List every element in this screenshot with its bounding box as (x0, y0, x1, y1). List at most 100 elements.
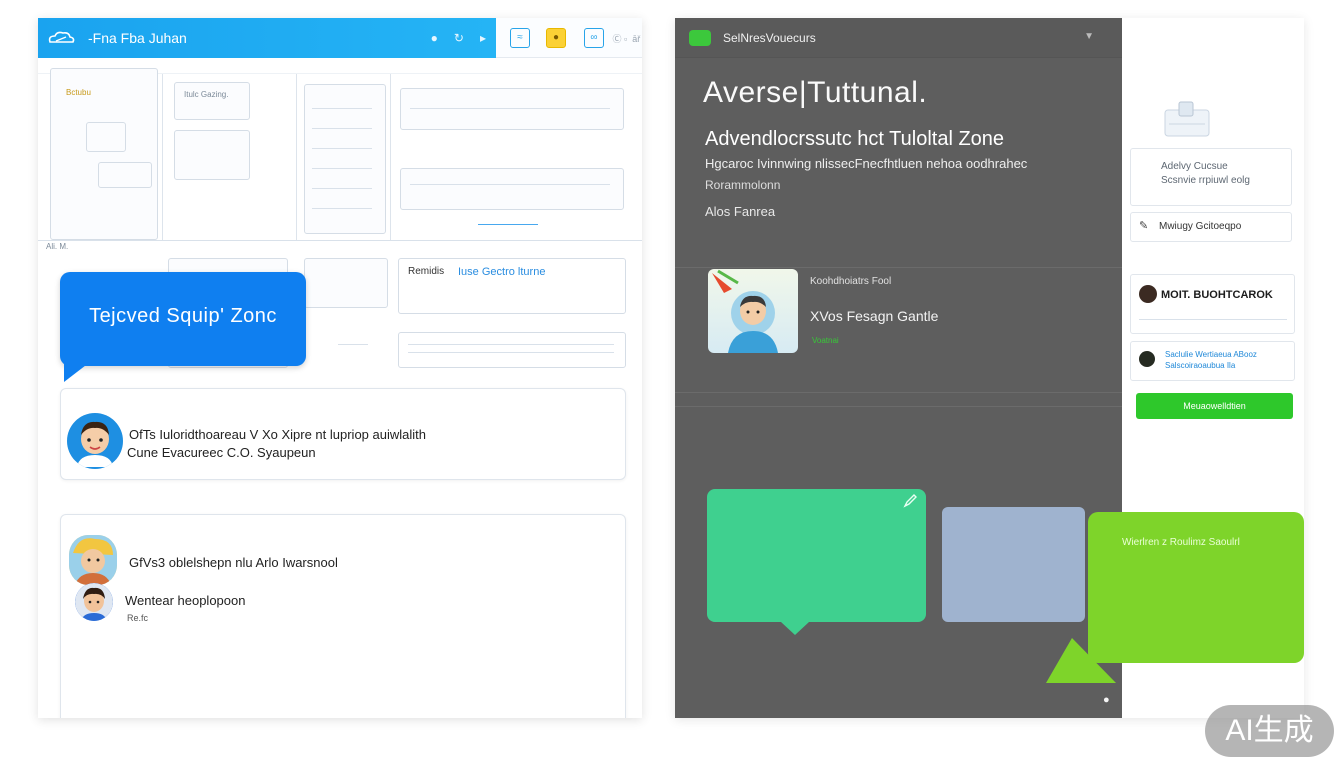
wireframe-card-label: Itulc Gazing. (184, 90, 229, 99)
avatar (1139, 285, 1157, 303)
wireframe-divider (390, 74, 391, 240)
user-avatar (69, 535, 117, 585)
character-icon (69, 535, 117, 585)
speech-bubble-text: Tejcved Squip' Zonc (89, 305, 277, 327)
wireframe-line (478, 224, 538, 225)
wireframe-input (400, 88, 624, 130)
contact-line: Salscoiraoaubua Ila (1165, 361, 1236, 370)
side-card[interactable]: Adelvy Cucsue Scsnvie rrpiuwl eolg (1130, 148, 1292, 206)
record-icon[interactable]: ● (431, 31, 438, 45)
wireframe-line (1139, 319, 1287, 320)
tutorial-logo: Averse|Tuttunal. (703, 76, 928, 109)
divider (675, 392, 1122, 393)
wireframe-block (304, 258, 388, 308)
wireframe-line (410, 184, 610, 185)
green-action-button[interactable]: Meuaowelldtien (1136, 393, 1293, 419)
lime-bubble-text: Wierlren z Roulimz Saoulrl (1122, 537, 1240, 548)
side-card-title: Adelvy Cucsue (1161, 161, 1228, 172)
message-subtext: Cune Evacureec C.O. Syaupeun (127, 445, 316, 460)
wireframe-card (174, 82, 250, 120)
message-text: OfTs Iuloridthoareau V Xo Xipre nt lupri… (129, 427, 426, 442)
edit-icon: ✎ (1139, 220, 1149, 232)
illustration-icon (1164, 101, 1210, 137)
wireframe-input (398, 332, 626, 368)
character-icon (712, 269, 778, 353)
wireframe-line (312, 148, 372, 149)
chat-icon[interactable] (689, 30, 711, 46)
pin-icon[interactable]: ▼ (1084, 31, 1094, 42)
wireframe-divider (162, 74, 163, 240)
message-meta: Re.fc (127, 613, 149, 623)
slate-chat-bubble[interactable] (942, 507, 1085, 622)
chat-icon[interactable]: ● (546, 28, 566, 48)
person-icon (68, 414, 122, 468)
remote-label: Remidis (408, 266, 445, 277)
wireframe-input (400, 168, 624, 210)
profile-name[interactable]: XVos Fesagn Gantle (810, 308, 938, 324)
wireframe-box (86, 122, 126, 152)
wireframe-line (312, 208, 372, 209)
message-card[interactable]: OfTs Iuloridthoareau V Xo Xipre nt lupri… (60, 388, 626, 480)
wireframe-box (98, 162, 152, 188)
edit-icon[interactable] (902, 493, 918, 509)
avatar (1139, 351, 1155, 367)
wireframe-line (312, 128, 372, 129)
left-window: -Fna Fba Juhan ● ↻ ▸ ≈ ● ∞ Ⓒ ▫ āř Bctubu… (38, 18, 642, 718)
wireframe-line (312, 188, 372, 189)
wireframe-label: Bctubu (66, 88, 91, 97)
tutorial-subtitle: Advendlocrssutc hct Tuloltal Zone (705, 128, 1005, 150)
watermark: AI生成 (1205, 705, 1334, 757)
tutorial-description-extra: Rorammolonn (705, 178, 781, 192)
wireframe-line (410, 108, 610, 109)
message-card[interactable]: GfVs3 oblelshepn nlu Arlo Iwarsnool Went… (60, 514, 626, 718)
dot-icon: ● (1103, 694, 1110, 706)
message-text: GfVs3 oblelshepn nlu Arlo Iwarsnool (129, 555, 338, 570)
wireframe-line (312, 108, 372, 109)
wireframe-line (38, 240, 642, 241)
forward-icon[interactable]: ▸ (480, 31, 486, 45)
wireframe-line (408, 352, 614, 353)
speech-bubble: Tejcved Squip' Zonc (60, 272, 306, 382)
bubble-tail (781, 622, 809, 635)
wireframe-divider (296, 74, 297, 240)
tutorial-meta: Alos Fanrea (705, 204, 776, 219)
remote-link[interactable]: Iuse Gectro lturne (458, 266, 545, 278)
contact-card[interactable]: MOIT. BUOHTCAROK (1130, 274, 1295, 334)
person-icon (75, 583, 113, 621)
profile-thumbnail[interactable] (708, 269, 798, 353)
message-subtext: Wentear heoplopoon (125, 593, 246, 608)
cloud-logo-icon (48, 31, 75, 43)
contact-line: Saclulie Wertiaeua ABooz (1165, 350, 1257, 359)
speech-bubble-tail (64, 362, 90, 382)
wireframe-line (408, 344, 614, 345)
left-toolbar: ≈ ● ∞ Ⓒ ▫ āř (496, 18, 642, 58)
contact-name: MOIT. BUOHTCAROK (1161, 289, 1273, 301)
user-avatar (67, 413, 123, 469)
link-icon[interactable]: ∞ (584, 28, 604, 48)
side-card-label: Mwiugy Gcitoeqpo (1159, 221, 1242, 232)
divider (675, 406, 1122, 407)
contact-card[interactable]: Saclulie Wertiaeua ABooz Salscoiraoaubua… (1130, 341, 1295, 381)
profile-label: Koohdhoiatrs Fool (810, 276, 892, 287)
tutorial-description: Hgcaroc Ivinnwing nlissecFnecfhtluen neh… (705, 156, 1028, 171)
wireframe-list (304, 84, 386, 234)
left-window-header: -Fna Fba Juhan ● ↻ ▸ (38, 18, 496, 58)
refresh-icon[interactable]: ↻ (454, 31, 464, 45)
wireframe-line (338, 344, 368, 345)
teal-chat-bubble[interactable] (707, 489, 926, 635)
wireframe-line (312, 168, 372, 169)
wifi-icon[interactable]: ≈ (510, 28, 530, 48)
right-window: SelNresVouecurs ▼ Averse|Tuttunal. Adven… (675, 18, 1304, 718)
tutorial-header-title: SelNresVouecurs (723, 31, 816, 45)
wireframe-card (174, 130, 250, 180)
user-avatar (75, 583, 113, 621)
wireframe-label: Ali. M. (46, 242, 69, 251)
side-card[interactable]: ✎ Mwiugy Gcitoeqpo (1130, 212, 1292, 242)
divider (675, 267, 1122, 268)
tutorial-panel: SelNresVouecurs ▼ Averse|Tuttunal. Adven… (675, 18, 1122, 718)
left-window-title: -Fna Fba Juhan (88, 30, 187, 46)
side-card-subtitle: Scsnvie rrpiuwl eolg (1161, 175, 1250, 186)
profile-status: Voatnai (812, 336, 839, 345)
header-icon-group: ● ↻ ▸ (431, 31, 486, 45)
tutorial-header: SelNresVouecurs ▼ (675, 18, 1122, 58)
